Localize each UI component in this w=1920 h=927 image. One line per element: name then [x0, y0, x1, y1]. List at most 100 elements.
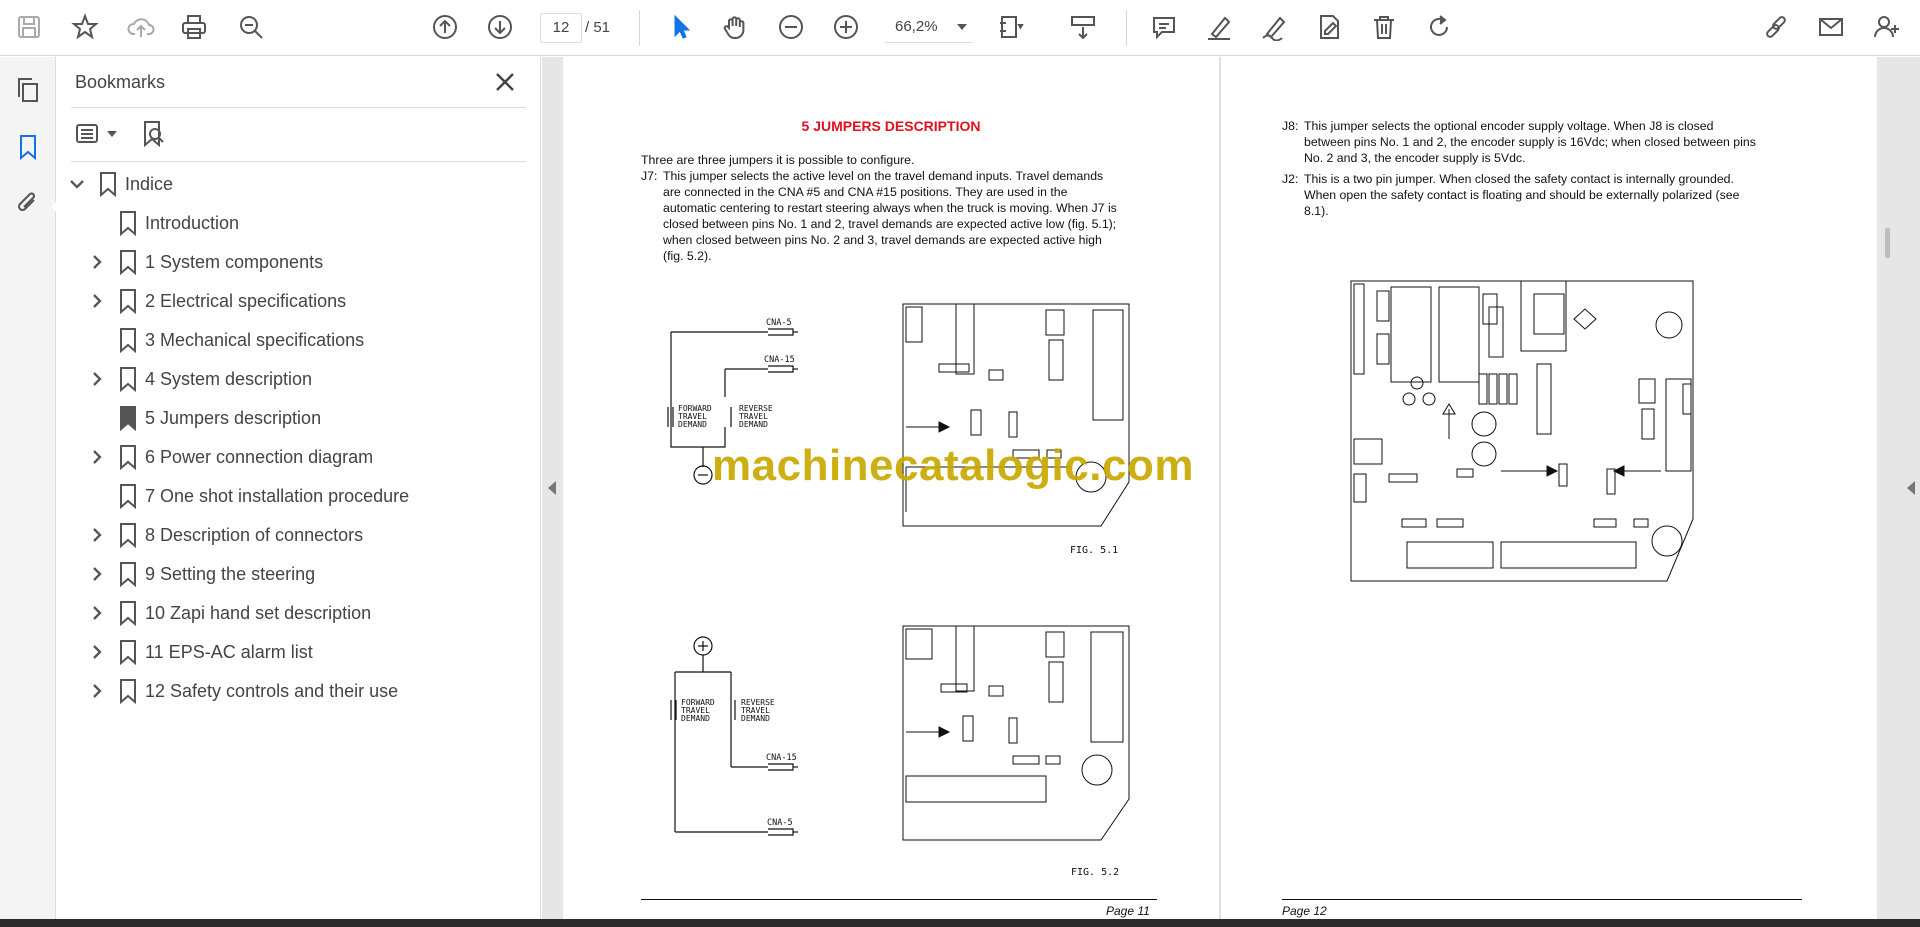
next-page-icon[interactable] — [483, 10, 517, 44]
chevron-right-icon[interactable] — [89, 371, 105, 387]
panel-title: Bookmarks — [75, 72, 166, 92]
chevron-right-icon[interactable] — [89, 566, 105, 582]
bookmark-icon — [117, 483, 139, 510]
footer-rule — [1282, 899, 1802, 900]
cna5-label: CNA-5 — [767, 818, 793, 828]
page-footer: Page 12 — [1282, 904, 1327, 918]
page-number-input[interactable]: 12 — [540, 13, 582, 43]
edit-document-icon[interactable] — [1312, 10, 1346, 44]
cna5-label: CNA-5 — [766, 318, 792, 328]
add-bookmark-button[interactable] — [139, 117, 169, 151]
j8-paragraph: J8: This jumper selects the optional enc… — [1282, 118, 1842, 166]
star-icon[interactable] — [68, 10, 102, 44]
save-icon[interactable] — [12, 10, 46, 44]
scroll-mode-icon[interactable] — [1066, 10, 1100, 44]
bookmark-label: 8 Description of connectors — [145, 525, 364, 545]
bookmark-icon — [117, 366, 139, 393]
window-bottom-edge — [0, 919, 1920, 927]
redo-icon[interactable] — [1422, 10, 1456, 44]
zoom-in-icon[interactable] — [829, 10, 863, 44]
chevron-down-icon — [957, 24, 967, 30]
bookmark-label: 4 System description — [145, 369, 313, 389]
chevron-right-icon[interactable] — [89, 449, 105, 465]
j8-line: This jumper selects the optional encoder… — [1304, 119, 1714, 133]
bookmark-label: Introduction — [145, 213, 240, 233]
bookmark-icon — [117, 561, 139, 588]
zoom-select[interactable]: 66,2% — [885, 13, 973, 43]
controller-board-layout — [1350, 280, 1694, 582]
chevron-right-icon[interactable] — [89, 644, 105, 660]
bookmark-icon — [117, 639, 139, 666]
bookmark-label: 6 Power connection diagram — [145, 447, 374, 467]
page-total: / 51 — [585, 19, 611, 36]
page-thumbnails-icon[interactable] — [11, 73, 45, 107]
hand-tool-icon[interactable] — [718, 10, 752, 44]
j2-paragraph: J2: This is a two pin jumper. When close… — [1282, 171, 1842, 219]
collapse-left-panel-icon[interactable] — [548, 481, 556, 495]
bookmarks-icon[interactable] — [11, 130, 45, 164]
cna15-label: CNA-15 — [764, 355, 795, 365]
navigation-rail — [0, 57, 59, 919]
chevron-right-icon[interactable] — [89, 605, 105, 621]
share-link-icon[interactable] — [1759, 10, 1793, 44]
select-cursor-icon[interactable] — [664, 10, 698, 44]
bookmark-icon — [117, 522, 139, 549]
watermark-text: machinecatalogic.com — [712, 441, 1194, 490]
intro-paragraph: Three are three jumpers it is possible t… — [641, 153, 915, 167]
print-icon[interactable] — [177, 10, 211, 44]
chevron-down-icon — [107, 131, 117, 137]
bookmark-filled-icon — [117, 405, 139, 432]
list-options-icon — [76, 124, 98, 143]
zoom-search-icon[interactable] — [234, 10, 268, 44]
bookmark-icon — [117, 444, 139, 471]
main-toolbar: 12 / 51 66,2% — [0, 0, 1920, 56]
bookmark-icon — [117, 288, 139, 315]
zoom-value: 66,2% — [895, 18, 938, 35]
close-icon — [496, 73, 514, 91]
bookmark-icon — [117, 678, 139, 705]
toolbar-divider — [639, 10, 640, 46]
section-heading: 5 JUMPERS DESCRIPTION — [801, 118, 981, 134]
close-panel-button[interactable] — [490, 67, 520, 97]
panel-divider — [71, 107, 526, 108]
demand-label: DEMAND — [741, 714, 770, 723]
demand-label: DEMAND — [739, 420, 768, 429]
j2-line: 8.1). — [1304, 204, 1329, 218]
page-footer: Page 11 — [1106, 904, 1150, 918]
email-icon[interactable] — [1814, 10, 1848, 44]
chevron-down-icon[interactable] — [69, 176, 85, 192]
j8-tag: J8: — [1282, 119, 1299, 133]
draw-pen-icon[interactable] — [1257, 10, 1291, 44]
bookmarks-panel: Bookmarks Indice Introduction 1 System c… — [57, 57, 541, 919]
bookmark-icon — [97, 171, 119, 198]
attachment-icon[interactable] — [11, 186, 45, 220]
bookmark-label: 3 Mechanical specifications — [145, 330, 365, 350]
j8-line: No. 2 and 3, the encoder supply is 5Vdc. — [1304, 151, 1526, 165]
j7-line: closed between pins No. 1 and 2, travel … — [663, 217, 1117, 231]
previous-page-icon[interactable] — [428, 10, 462, 44]
cloud-upload-icon[interactable] — [124, 10, 158, 44]
bookmark-options-button[interactable] — [75, 117, 117, 151]
comment-icon[interactable] — [1147, 10, 1181, 44]
bookmark-label: 11 EPS-AC alarm list — [145, 642, 313, 662]
chevron-right-icon[interactable] — [89, 293, 105, 309]
j7-tag: J7: — [641, 169, 658, 183]
vertical-scrollbar[interactable] — [1885, 228, 1890, 258]
chevron-right-icon[interactable] — [89, 527, 105, 543]
chevron-right-icon[interactable] — [89, 683, 105, 699]
panel-divider — [71, 161, 526, 162]
add-user-icon[interactable] — [1870, 10, 1904, 44]
cna15-label: CNA-15 — [766, 753, 797, 763]
bookmark-label: 1 System components — [145, 252, 324, 272]
zoom-out-icon[interactable] — [774, 10, 808, 44]
fig-5-2-wiring-diagram: FORWARD TRAVEL DEMAND REVERSE TRAVEL DEM… — [670, 636, 798, 836]
j7-line: are connected in the CNA #5 and CNA #15 … — [663, 185, 1068, 199]
bookmark-label: Indice — [125, 174, 174, 194]
fit-page-icon[interactable] — [994, 10, 1028, 44]
delete-icon[interactable] — [1367, 10, 1401, 44]
expand-right-panel-icon[interactable] — [1907, 481, 1915, 495]
highlight-pen-icon[interactable] — [1202, 10, 1236, 44]
fig-5-1-caption: FIG. 5.1 — [1070, 545, 1119, 556]
bookmark-label: 9 Setting the steering — [145, 564, 316, 584]
chevron-right-icon[interactable] — [89, 254, 105, 270]
